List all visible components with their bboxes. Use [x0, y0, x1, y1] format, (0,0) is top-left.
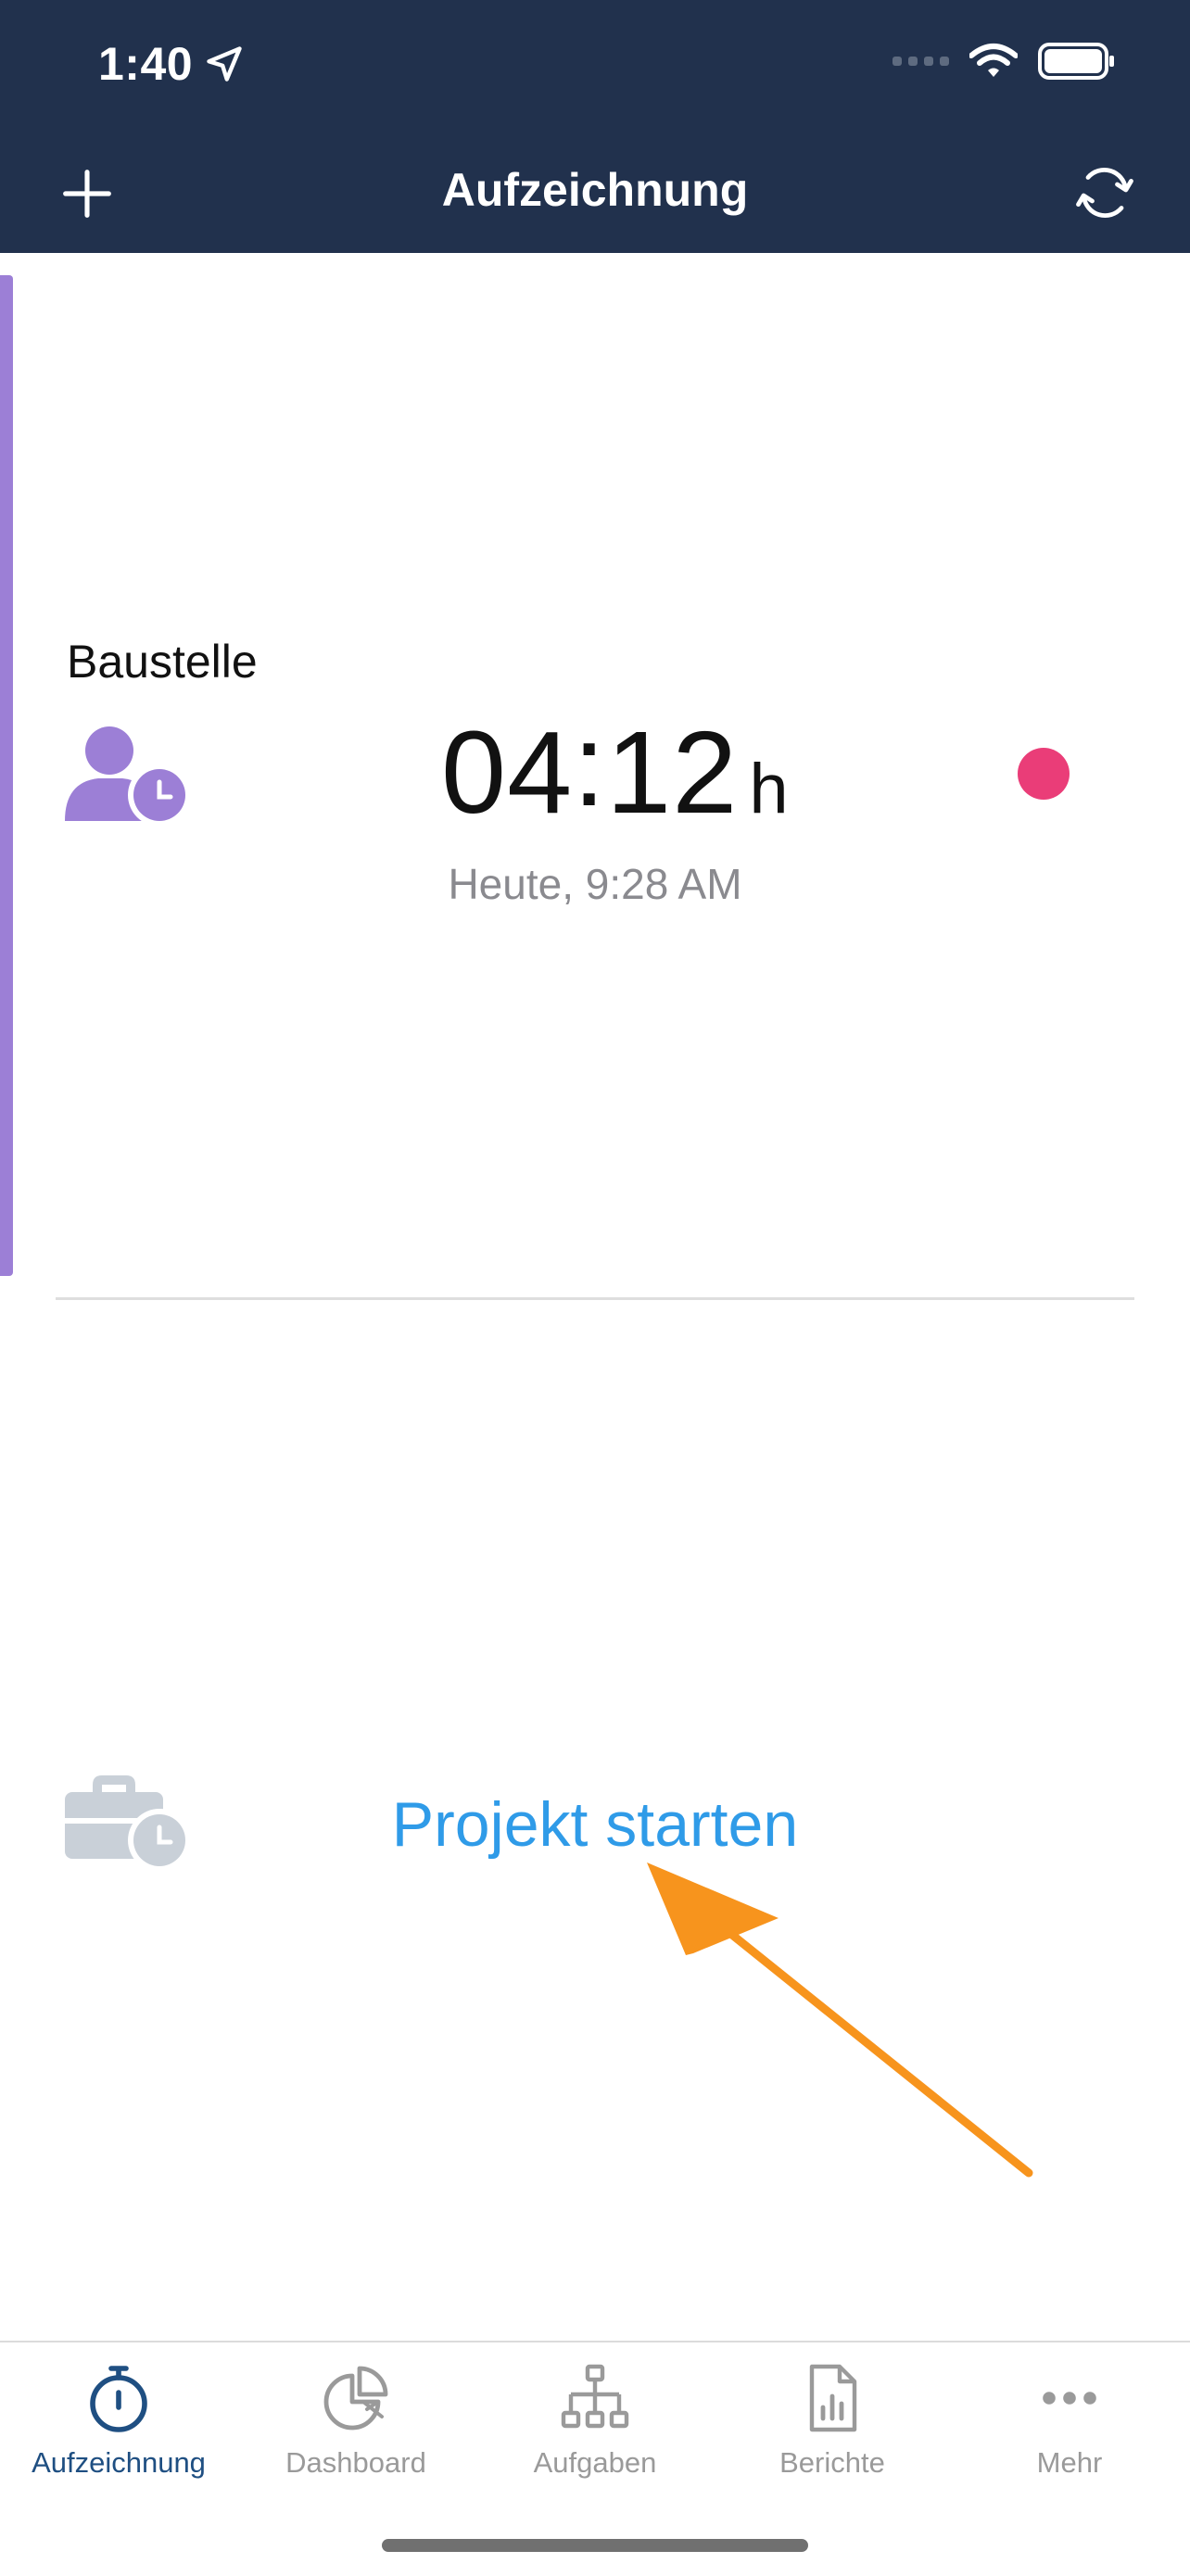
wifi-icon: [969, 43, 1018, 80]
home-indicator[interactable]: [382, 2539, 808, 2552]
timer-unit: h: [749, 750, 790, 828]
tab-label: Berichte: [779, 2446, 885, 2479]
tab-mehr[interactable]: Mehr: [951, 2361, 1188, 2500]
status-indicators: [892, 43, 1116, 80]
tab-label: Aufgaben: [533, 2446, 657, 2479]
entry-label: Baustelle: [67, 636, 258, 688]
recording-indicator: [1018, 748, 1070, 800]
elapsed-timer: 04:12 h: [441, 700, 790, 840]
report-icon: [809, 2364, 857, 2432]
status-time-text: 1:40: [98, 38, 194, 90]
tab-berichte[interactable]: Berichte: [714, 2361, 951, 2500]
card-accent-bar: [0, 275, 13, 1276]
entry-start-time: Heute, 9:28 AM: [448, 860, 742, 908]
page-title: Aufzeichnung: [441, 164, 749, 216]
battery-icon: [1038, 43, 1116, 80]
app-header: 1:40 Aufzeichnung: [0, 0, 1190, 253]
sync-icon: [1076, 167, 1133, 219]
start-project-button[interactable]: Projekt starten: [0, 1788, 1190, 1861]
pie-chart-icon: [323, 2366, 388, 2431]
more-icon: [1043, 2392, 1096, 2405]
tab-label: Aufzeichnung: [32, 2446, 206, 2479]
tab-dashboard[interactable]: Dashboard: [237, 2361, 475, 2500]
timer-hours: 04: [441, 707, 574, 838]
status-time: 1:40: [98, 37, 245, 91]
timer-separator: :: [573, 700, 607, 830]
section-divider: [56, 1297, 1134, 1300]
stopwatch-icon: [90, 2366, 147, 2432]
timer-minutes: 12: [606, 707, 739, 838]
sync-button[interactable]: [1068, 156, 1142, 230]
tab-aufgaben[interactable]: Aufgaben: [476, 2361, 714, 2500]
tab-label: Dashboard: [285, 2446, 426, 2479]
person-clock-icon: [65, 726, 191, 827]
time-entry-card[interactable]: Baustelle 04:12 h Heute, 9:28 AM: [0, 275, 1190, 1276]
annotation-arrow-icon: [647, 1863, 1033, 2178]
hierarchy-icon: [561, 2364, 629, 2429]
tab-label: Mehr: [1036, 2446, 1103, 2479]
tab-aufzeichnung[interactable]: Aufzeichnung: [0, 2361, 237, 2500]
location-arrow-icon: [207, 46, 242, 82]
cellular-signal-icon: [892, 57, 949, 66]
